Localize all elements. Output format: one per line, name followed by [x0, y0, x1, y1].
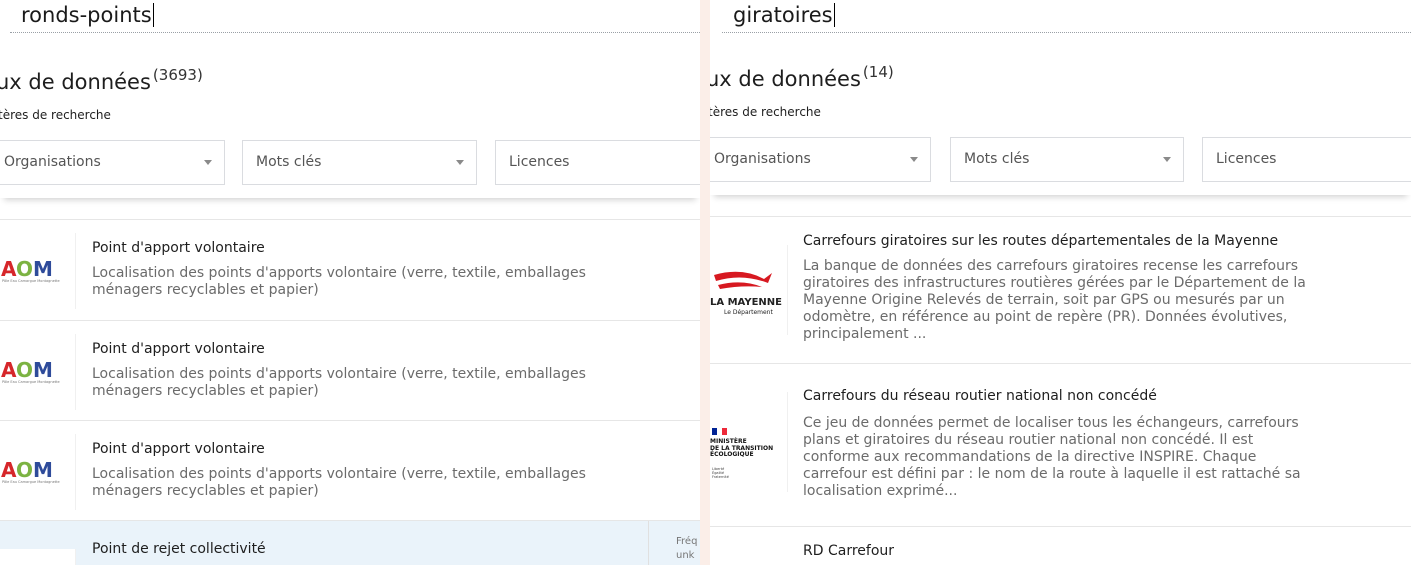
result-description: Ce jeu de données permet de localiser to…: [803, 415, 1301, 499]
search-criteria-label: tères de recherche: [0, 108, 111, 122]
text-caret: [833, 3, 835, 27]
result-description: Localisation des points d'apports volont…: [92, 265, 586, 298]
search-criteria-label: tères de recherche: [710, 105, 821, 119]
result-description: Localisation des points d'apports volont…: [92, 466, 586, 499]
result-item[interactable]: A O M Pôle Eau Camargue Montagnette Poin…: [0, 420, 700, 521]
keywords-dropdown-label: Mots clés: [964, 151, 1030, 167]
text-caret: [152, 3, 154, 27]
result-title[interactable]: Carrefours du réseau routier national no…: [803, 388, 1157, 404]
results-count: (14): [862, 63, 894, 81]
svg-text:O: O: [16, 458, 33, 482]
logo-motto: Liberté Égalité Fraternité: [712, 467, 729, 479]
svg-text:A: A: [1, 358, 17, 382]
keywords-dropdown-label: Mots clés: [256, 154, 322, 170]
result-title[interactable]: Point d'apport volontaire: [92, 341, 265, 357]
result-item[interactable]: MINISTÈRE DE LA TRANSITION ÉCOLOGIQUE Li…: [710, 363, 1411, 526]
svg-text:A: A: [1, 458, 17, 482]
results-heading-label: ux de données: [710, 67, 861, 91]
chevron-down-icon: [1163, 157, 1171, 162]
result-title[interactable]: Carrefours giratoires sur les routes dép…: [803, 233, 1278, 249]
chevron-down-icon: [204, 160, 212, 165]
licences-dropdown[interactable]: Licences: [495, 140, 700, 185]
update-frequency: Fréq unk: [676, 535, 697, 563]
organisations-dropdown-label: Organisations: [4, 154, 101, 170]
results-heading-label: ux de données: [0, 70, 151, 94]
search-input[interactable]: ronds-points: [10, 0, 700, 33]
organization-logo: A O M Pôle Eau Camargue Montagnette: [0, 233, 76, 309]
results-heading: ux de données (3693): [0, 66, 203, 94]
organization-logo: A O M Pôle Eau Camargue Montagnette: [0, 334, 76, 410]
filter-bar: Organisations Mots clés Licences: [0, 128, 700, 198]
results-count-value: 14: [868, 63, 888, 81]
search-input[interactable]: giratoires: [722, 0, 1411, 33]
results-count-value: 3693: [158, 66, 197, 84]
licences-dropdown[interactable]: Licences: [1202, 137, 1411, 182]
result-item[interactable]: A O M Pôle Eau Camargue Montagnette Poin…: [0, 320, 700, 421]
result-title[interactable]: Point de rejet collectivité: [92, 541, 266, 557]
organisations-dropdown[interactable]: Organisations: [710, 137, 931, 182]
results-count: (3693): [152, 66, 203, 84]
result-title[interactable]: Point d'apport volontaire: [92, 240, 265, 256]
logo-name: LA MAYENNE: [710, 297, 782, 308]
keywords-dropdown[interactable]: Mots clés: [242, 140, 477, 185]
chevron-down-icon: [456, 160, 464, 165]
result-item[interactable]: Point de rejet collectivité Fréq unk: [0, 520, 700, 565]
chevron-down-icon: [910, 157, 918, 162]
result-item[interactable]: A O M Pôle Eau Camargue Montagnette Poin…: [0, 219, 700, 320]
svg-text:M: M: [33, 358, 53, 382]
organization-logo: A O M Pôle Eau Camargue Montagnette: [0, 434, 76, 510]
right-panel: giratoires ux de données (14) tères de re…: [710, 0, 1411, 565]
logo-caption: Pôle Eau Camargue Montagnette: [2, 380, 60, 384]
svg-text:M: M: [33, 257, 53, 281]
logo-caption: Pôle Eau Camargue Montagnette: [2, 279, 60, 283]
result-title[interactable]: RD Carrefour: [803, 543, 894, 559]
result-title[interactable]: Point d'apport volontaire: [92, 441, 265, 457]
french-flag-icon: [712, 428, 727, 435]
logo-caption: Le Département: [724, 309, 773, 316]
divider: [648, 521, 649, 565]
logo-name: MINISTÈRE DE LA TRANSITION ÉCOLOGIQUE: [710, 438, 774, 458]
filter-bar: Organisations Mots clés Licences: [710, 125, 1411, 195]
result-description: La banque de données des carrefours gira…: [803, 258, 1306, 342]
result-item[interactable]: RD Carrefour: [710, 526, 1411, 565]
result-description: Localisation des points d'apports volont…: [92, 366, 586, 399]
organization-logo: LA MAYENNE Le Département: [710, 245, 788, 335]
mayenne-logo-icon: [714, 271, 772, 289]
search-input-value: ronds-points: [21, 3, 152, 27]
organization-logo: MINISTÈRE DE LA TRANSITION ÉCOLOGIQUE Li…: [710, 392, 788, 492]
organisations-dropdown-label: Organisations: [714, 151, 811, 167]
svg-text:O: O: [16, 257, 33, 281]
results-heading: ux de données (14): [710, 63, 894, 91]
result-item[interactable]: LA MAYENNE Le Département Carrefours gir…: [710, 216, 1411, 363]
svg-text:A: A: [1, 257, 17, 281]
svg-text:O: O: [16, 358, 33, 382]
frequency-label: Fréq: [676, 536, 698, 547]
frequency-value: unk: [676, 550, 695, 561]
left-panel: ronds-points ux de données (3693) tères d…: [0, 0, 700, 565]
keywords-dropdown[interactable]: Mots clés: [950, 137, 1184, 182]
organisations-dropdown[interactable]: Organisations: [0, 140, 225, 185]
logo-caption: Pôle Eau Camargue Montagnette: [2, 480, 60, 484]
licences-dropdown-label: Licences: [509, 154, 570, 170]
search-input-value: giratoires: [733, 3, 833, 27]
licences-dropdown-label: Licences: [1216, 151, 1277, 167]
svg-text:M: M: [33, 458, 53, 482]
organization-logo: [0, 549, 76, 565]
